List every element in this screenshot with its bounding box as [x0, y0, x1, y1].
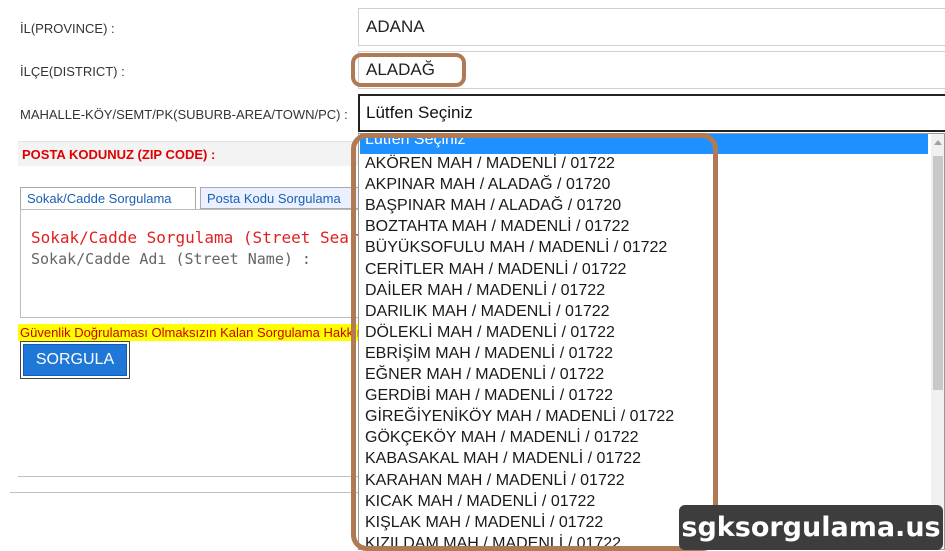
street-name-label: Sokak/Cadde Adı (Street Name) :	[31, 250, 311, 268]
submit-button-frame: SORGULA	[20, 341, 130, 379]
submit-button[interactable]: SORGULA	[23, 344, 127, 376]
suburb-value: Lütfen Seçiniz	[366, 103, 473, 122]
tab-street-search[interactable]: Sokak/Cadde Sorgulama	[20, 187, 196, 209]
dropdown-scrollbar[interactable]	[931, 134, 944, 549]
list-highlight	[351, 133, 718, 551]
tab-postcode-search[interactable]: Posta Kodu Sorgulama	[200, 187, 370, 209]
suburb-select[interactable]: Lütfen Seçiniz	[358, 94, 945, 132]
scrollbar-thumb[interactable]	[933, 156, 943, 390]
scroll-up-arrow-icon[interactable]	[934, 140, 942, 145]
zip-label: POSTA KODUNUZ (ZIP CODE) :	[22, 147, 216, 162]
tab-postcode-search-label: Posta Kodu Sorgulama	[207, 190, 341, 206]
divider	[18, 476, 358, 477]
suburb-label: MAHALLE-KÖY/SEMT/PK(SUBURB-AREA/TOWN/PC)…	[20, 107, 348, 122]
province-value: ADANA	[366, 17, 425, 36]
province-label: İL(PROVINCE) :	[20, 21, 115, 36]
security-warning: Güvenlik Doğrulaması Olmaksızın Kalan So…	[18, 324, 363, 341]
watermark-logo: sgksorgulama.us	[679, 505, 943, 550]
province-select[interactable]: ADANA	[358, 8, 945, 46]
panel-title: Sokak/Cadde Sorgulama (Street Search)	[31, 228, 360, 247]
divider	[10, 492, 358, 493]
district-label: İLÇE(DISTRICT) :	[20, 64, 125, 79]
zip-row: POSTA KODUNUZ (ZIP CODE) :	[18, 141, 368, 166]
street-search-panel: Sokak/Cadde Sorgulama (Street Search) So…	[20, 209, 360, 318]
tab-street-search-label: Sokak/Cadde Sorgulama	[27, 191, 172, 206]
district-highlight	[351, 53, 466, 87]
